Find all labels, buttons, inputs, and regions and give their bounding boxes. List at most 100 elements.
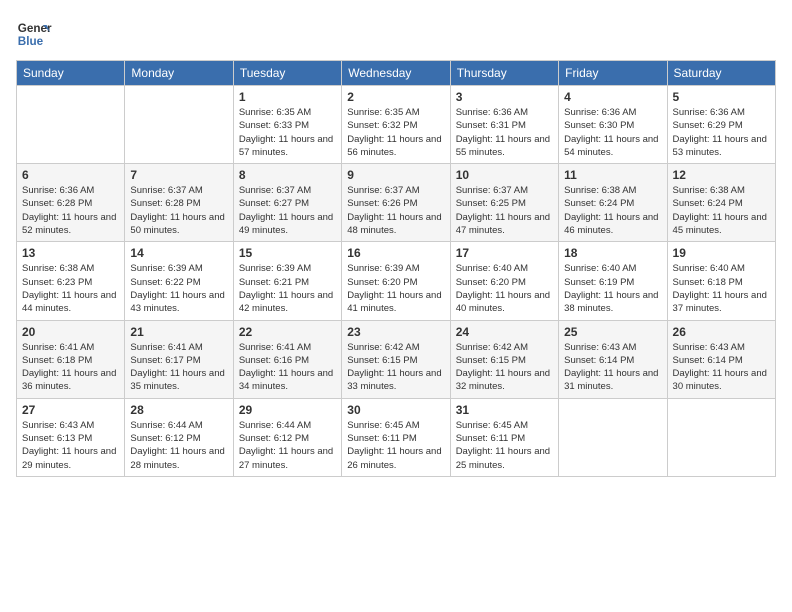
calendar-day-cell: 12 Sunrise: 6:38 AM Sunset: 6:24 PM Dayli… (667, 164, 775, 242)
calendar-day-cell: 30Sunrise: 6:45 AM Sunset: 6:11 PM Dayli… (342, 398, 450, 476)
day-info: Sunrise: 6:45 AM Sunset: 6:11 PM Dayligh… (456, 419, 553, 472)
day-info: Sunrise: 6:40 AM Sunset: 6:19 PM Dayligh… (564, 262, 661, 315)
day-number: 6 (22, 168, 119, 182)
calendar-header-cell: Thursday (450, 61, 558, 86)
calendar-day-cell: 27 Sunrise: 6:43 AM Sunset: 6:13 PM Dayli… (17, 398, 125, 476)
day-info: Sunrise: 6:35 AM Sunset: 6:32 PM Dayligh… (347, 106, 444, 159)
calendar-day-cell: 11Sunrise: 6:38 AM Sunset: 6:24 PM Dayli… (559, 164, 667, 242)
calendar-day-cell (17, 86, 125, 164)
calendar-day-cell: 14 Sunrise: 6:39 AM Sunset: 6:22 PM Dayli… (125, 242, 233, 320)
calendar-day-cell: 21 Sunrise: 6:41 AM Sunset: 6:17 PM Dayli… (125, 320, 233, 398)
day-number: 21 (130, 325, 227, 339)
day-number: 4 (564, 90, 661, 104)
day-number: 11 (564, 168, 661, 182)
calendar-day-cell: 19 Sunrise: 6:40 AM Sunset: 6:18 PM Dayli… (667, 242, 775, 320)
calendar-header-cell: Friday (559, 61, 667, 86)
calendar-day-cell: 4 Sunrise: 6:36 AM Sunset: 6:30 PM Daylig… (559, 86, 667, 164)
day-info: Sunrise: 6:36 AM Sunset: 6:29 PM Dayligh… (673, 106, 770, 159)
svg-text:Blue: Blue (18, 35, 44, 48)
calendar-day-cell: 15Sunrise: 6:39 AM Sunset: 6:21 PM Dayli… (233, 242, 341, 320)
day-number: 13 (22, 246, 119, 260)
calendar-week-row: 6 Sunrise: 6:36 AM Sunset: 6:28 PM Daylig… (17, 164, 776, 242)
calendar-day-cell: 31 Sunrise: 6:45 AM Sunset: 6:11 PM Dayli… (450, 398, 558, 476)
logo: General Blue (16, 16, 52, 52)
calendar-header-cell: Tuesday (233, 61, 341, 86)
day-number: 23 (347, 325, 444, 339)
day-info: Sunrise: 6:42 AM Sunset: 6:15 PM Dayligh… (347, 341, 444, 394)
day-info: Sunrise: 6:36 AM Sunset: 6:31 PM Dayligh… (456, 106, 553, 159)
day-info: Sunrise: 6:44 AM Sunset: 6:12 PM Dayligh… (239, 419, 336, 472)
calendar-day-cell: 8Sunrise: 6:37 AM Sunset: 6:27 PM Daylig… (233, 164, 341, 242)
calendar-day-cell: 1 Sunrise: 6:35 AM Sunset: 6:33 PM Daylig… (233, 86, 341, 164)
calendar-day-cell: 16Sunrise: 6:39 AM Sunset: 6:20 PM Dayli… (342, 242, 450, 320)
day-info: Sunrise: 6:42 AM Sunset: 6:15 PM Dayligh… (456, 341, 553, 394)
day-info: Sunrise: 6:40 AM Sunset: 6:18 PM Dayligh… (673, 262, 770, 315)
day-number: 10 (456, 168, 553, 182)
day-number: 5 (673, 90, 770, 104)
calendar-week-row: 1 Sunrise: 6:35 AM Sunset: 6:33 PM Daylig… (17, 86, 776, 164)
day-number: 30 (347, 403, 444, 417)
day-number: 27 (22, 403, 119, 417)
calendar-day-cell: 10 Sunrise: 6:37 AM Sunset: 6:25 PM Dayli… (450, 164, 558, 242)
day-info: Sunrise: 6:43 AM Sunset: 6:13 PM Dayligh… (22, 419, 119, 472)
calendar-day-cell: 7 Sunrise: 6:37 AM Sunset: 6:28 PM Daylig… (125, 164, 233, 242)
calendar-header-cell: Monday (125, 61, 233, 86)
calendar-day-cell: 2 Sunrise: 6:35 AM Sunset: 6:32 PM Daylig… (342, 86, 450, 164)
day-number: 31 (456, 403, 553, 417)
calendar-day-cell: 25 Sunrise: 6:43 AM Sunset: 6:14 PM Dayli… (559, 320, 667, 398)
page-header: General Blue (16, 16, 776, 52)
day-info: Sunrise: 6:36 AM Sunset: 6:28 PM Dayligh… (22, 184, 119, 237)
calendar-day-cell: 29 Sunrise: 6:44 AM Sunset: 6:12 PM Dayli… (233, 398, 341, 476)
calendar-day-cell: 23 Sunrise: 6:42 AM Sunset: 6:15 PM Dayli… (342, 320, 450, 398)
day-number: 16 (347, 246, 444, 260)
day-number: 25 (564, 325, 661, 339)
day-info: Sunrise: 6:36 AM Sunset: 6:30 PM Dayligh… (564, 106, 661, 159)
calendar-week-row: 27 Sunrise: 6:43 AM Sunset: 6:13 PM Dayli… (17, 398, 776, 476)
day-info: Sunrise: 6:39 AM Sunset: 6:22 PM Dayligh… (130, 262, 227, 315)
day-number: 15 (239, 246, 336, 260)
day-number: 1 (239, 90, 336, 104)
day-number: 18 (564, 246, 661, 260)
calendar-day-cell (667, 398, 775, 476)
day-number: 14 (130, 246, 227, 260)
day-number: 26 (673, 325, 770, 339)
day-number: 12 (673, 168, 770, 182)
day-info: Sunrise: 6:41 AM Sunset: 6:17 PM Dayligh… (130, 341, 227, 394)
day-number: 3 (456, 90, 553, 104)
day-number: 22 (239, 325, 336, 339)
calendar-day-cell: 5 Sunrise: 6:36 AM Sunset: 6:29 PM Daylig… (667, 86, 775, 164)
calendar-header-cell: Wednesday (342, 61, 450, 86)
day-number: 19 (673, 246, 770, 260)
calendar-day-cell: 18 Sunrise: 6:40 AM Sunset: 6:19 PM Dayli… (559, 242, 667, 320)
day-number: 9 (347, 168, 444, 182)
calendar-day-cell: 22 Sunrise: 6:41 AM Sunset: 6:16 PM Dayli… (233, 320, 341, 398)
calendar-day-cell: 17 Sunrise: 6:40 AM Sunset: 6:20 PM Dayli… (450, 242, 558, 320)
calendar-day-cell: 20Sunrise: 6:41 AM Sunset: 6:18 PM Dayli… (17, 320, 125, 398)
day-info: Sunrise: 6:38 AM Sunset: 6:24 PM Dayligh… (673, 184, 770, 237)
day-number: 29 (239, 403, 336, 417)
calendar-day-cell (559, 398, 667, 476)
day-info: Sunrise: 6:37 AM Sunset: 6:26 PM Dayligh… (347, 184, 444, 237)
day-number: 8 (239, 168, 336, 182)
day-number: 17 (456, 246, 553, 260)
day-number: 24 (456, 325, 553, 339)
calendar-week-row: 13 Sunrise: 6:38 AM Sunset: 6:23 PM Dayli… (17, 242, 776, 320)
day-info: Sunrise: 6:35 AM Sunset: 6:33 PM Dayligh… (239, 106, 336, 159)
day-info: Sunrise: 6:41 AM Sunset: 6:18 PM Dayligh… (22, 341, 119, 394)
day-info: Sunrise: 6:43 AM Sunset: 6:14 PM Dayligh… (564, 341, 661, 394)
logo-icon: General Blue (16, 16, 52, 52)
calendar-body: 1 Sunrise: 6:35 AM Sunset: 6:33 PM Daylig… (17, 86, 776, 477)
calendar-day-cell: 24 Sunrise: 6:42 AM Sunset: 6:15 PM Dayli… (450, 320, 558, 398)
calendar-day-cell: 6 Sunrise: 6:36 AM Sunset: 6:28 PM Daylig… (17, 164, 125, 242)
day-info: Sunrise: 6:40 AM Sunset: 6:20 PM Dayligh… (456, 262, 553, 315)
calendar-day-cell: 26Sunrise: 6:43 AM Sunset: 6:14 PM Dayli… (667, 320, 775, 398)
day-info: Sunrise: 6:37 AM Sunset: 6:25 PM Dayligh… (456, 184, 553, 237)
day-number: 2 (347, 90, 444, 104)
day-info: Sunrise: 6:41 AM Sunset: 6:16 PM Dayligh… (239, 341, 336, 394)
day-info: Sunrise: 6:37 AM Sunset: 6:28 PM Dayligh… (130, 184, 227, 237)
day-info: Sunrise: 6:38 AM Sunset: 6:23 PM Dayligh… (22, 262, 119, 315)
day-number: 7 (130, 168, 227, 182)
calendar-header-cell: Sunday (17, 61, 125, 86)
calendar-day-cell: 28Sunrise: 6:44 AM Sunset: 6:12 PM Dayli… (125, 398, 233, 476)
calendar-table: SundayMondayTuesdayWednesdayThursdayFrid… (16, 60, 776, 477)
